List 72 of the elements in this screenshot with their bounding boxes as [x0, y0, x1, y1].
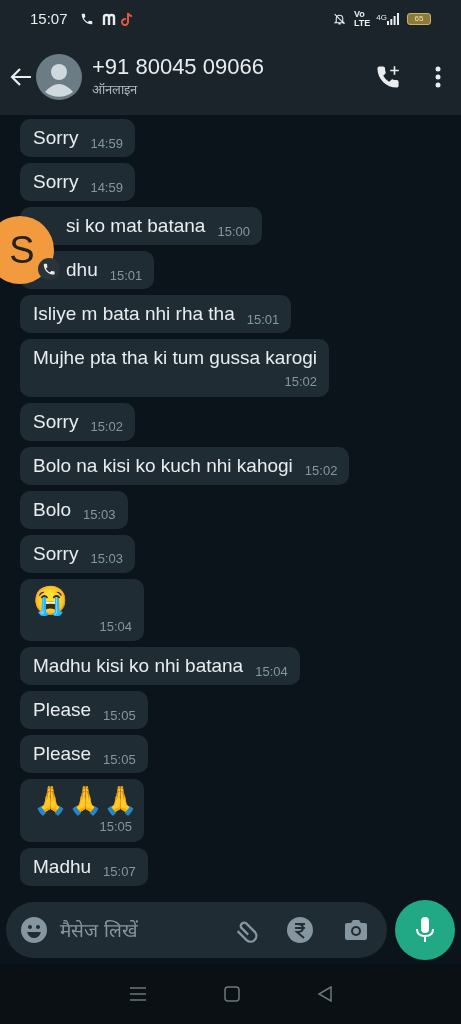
message-time: 15:03: [90, 550, 123, 568]
message-text: Mujhe pta tha ki tum gussa karogi: [33, 346, 318, 370]
message-bubble[interactable]: Sorry 14:59: [20, 163, 135, 201]
message-text: Sorry: [33, 541, 79, 566]
message-time: 14:59: [90, 134, 123, 153]
back-arrow-icon[interactable]: [10, 66, 32, 87]
microphone-icon: [415, 915, 435, 945]
emoji-icon[interactable]: [20, 916, 48, 944]
network-type: 4G: [376, 12, 387, 24]
message-input[interactable]: मैसेज लिखें: [6, 902, 387, 958]
message-text: Isliye m bata nhi rha tha: [33, 302, 235, 326]
status-time: 15:07: [30, 8, 68, 29]
message-text: Bolo: [33, 497, 72, 522]
message-time: 15:02: [90, 418, 123, 436]
m-icon: [101, 13, 118, 25]
camera-icon[interactable]: [343, 918, 369, 942]
emoji-message: 😭: [33, 584, 69, 617]
signal-icon: [387, 13, 399, 25]
message-time: 14:59: [90, 178, 123, 197]
message-time: 15:00: [217, 222, 250, 241]
message-text: Madhu kisi ko nhi batana: [33, 654, 244, 678]
message-time: 15:02: [304, 462, 338, 480]
home-icon[interactable]: [223, 986, 240, 1002]
call-badge-icon: [38, 258, 60, 280]
message-time: 15:04: [255, 662, 288, 681]
message-time: 15:04: [99, 617, 132, 636]
contact-status: ऑनलाइन: [92, 80, 139, 99]
message-bubble[interactable]: Mujhe pta tha ki tum gussa karogi 15:02: [20, 339, 330, 397]
rupee-icon[interactable]: [287, 917, 313, 943]
message-bubble[interactable]: 😭 15:04: [20, 578, 144, 641]
message-bubble[interactable]: Madhu 15:07: [20, 847, 148, 886]
message-text: Sorry: [33, 170, 79, 194]
back-icon[interactable]: [316, 986, 333, 1002]
music-note-icon: [120, 12, 133, 26]
message-bubble[interactable]: Madhu kisi ko nhi batana 15:04: [20, 647, 300, 685]
message-bubble[interactable]: 🙏🙏🙏 15:05: [20, 779, 144, 842]
message-bubble[interactable]: Bolo 15:03: [20, 490, 128, 529]
message-bubble[interactable]: Please 15:05: [20, 691, 148, 729]
microphone-button[interactable]: [395, 900, 455, 960]
message-text: si ko mat batana: [66, 214, 206, 238]
battery-icon: 65: [407, 13, 431, 25]
message-time: 15:05: [99, 818, 132, 836]
message-bubble[interactable]: Sorry 14:59: [20, 119, 135, 157]
recent-apps-icon[interactable]: [128, 986, 147, 1002]
message-text: Madhu: [33, 854, 92, 879]
message-time: 15:07: [103, 863, 136, 881]
bell-muted-icon: [333, 12, 346, 26]
contact-name[interactable]: +91 80045 09066: [92, 53, 264, 80]
message-text: Please: [33, 698, 92, 722]
message-bubble[interactable]: Bolo na kisi ko kuch nhi kahogi 15:02: [20, 446, 350, 485]
message-text: Sorry: [33, 409, 79, 434]
avatar[interactable]: [36, 53, 82, 100]
message-bubble[interactable]: Please 15:05: [20, 735, 148, 773]
message-bubble[interactable]: Isliye m bata nhi rha tha 15:01: [20, 295, 292, 333]
message-time: 15:01: [109, 266, 143, 285]
message-text: Please: [33, 742, 92, 766]
phone-icon: [79, 12, 94, 26]
message-text: Sorry: [33, 126, 79, 150]
message-text: Bolo na kisi ko kuch nhi kahogi: [33, 453, 293, 478]
message-field[interactable]: मैसेज लिखें: [60, 915, 229, 945]
message-text: dhu: [66, 258, 98, 282]
volte-indicator: Vo LTE: [354, 10, 371, 28]
message-time: 15:01: [246, 310, 280, 329]
message-time: 15:05: [103, 750, 136, 769]
message-time: 15:02: [284, 373, 318, 391]
message-bubble[interactable]: Sorry 15:03: [20, 534, 135, 573]
more-options-icon[interactable]: [435, 65, 441, 88]
add-call-icon[interactable]: [375, 63, 401, 90]
message-bubble[interactable]: Sorry 15:02: [20, 402, 135, 441]
message-time: 15:05: [103, 706, 136, 725]
emoji-message: 🙏🙏🙏: [33, 785, 132, 817]
message-time: 15:03: [83, 506, 116, 524]
